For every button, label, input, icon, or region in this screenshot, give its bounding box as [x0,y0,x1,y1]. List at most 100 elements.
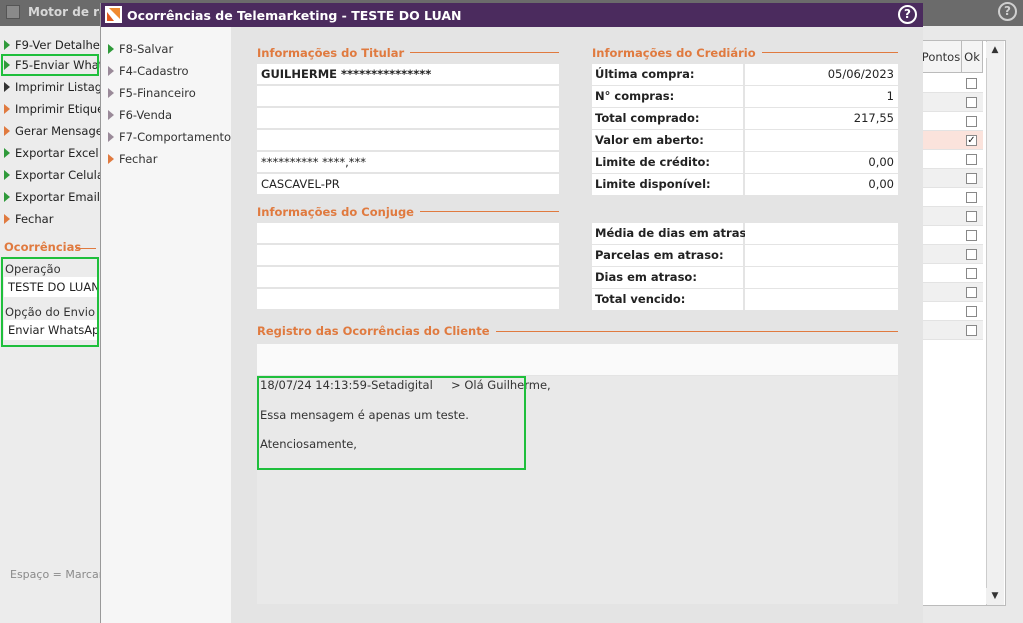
table-row[interactable] [921,74,983,93]
scroll-up-icon[interactable]: ▲ [986,42,1004,58]
table-row[interactable] [921,207,983,226]
checkbox-icon[interactable] [966,325,977,336]
checkbox-icon[interactable] [966,192,977,203]
checkbox-icon[interactable] [966,154,977,165]
table-row[interactable] [921,321,983,340]
highlight-box [1,257,99,347]
atraso-row: Dias em atraso: [592,267,898,288]
menu-item-label: Fechar [119,152,158,166]
menu-item-imprimir-listagem[interactable]: Imprimir Listage [4,78,100,96]
checkbox-icon[interactable] [966,97,977,108]
table-row[interactable] [921,188,983,207]
atraso-label: Parcelas em atraso: [592,245,743,266]
dialog-main: Informações do Titular GUILHERME *******… [231,27,923,623]
titular-endereco-field[interactable]: ********** ****,*** [257,152,559,173]
atraso-row: Total vencido: [592,289,898,310]
checkbox-checked-icon[interactable]: ✓ [966,135,977,146]
checkbox-icon[interactable] [966,173,977,184]
crediario-row: Total comprado: 217,55 [592,108,898,129]
table-row[interactable] [921,226,983,245]
conjuge-field[interactable] [257,223,559,244]
triangle-icon [4,40,10,50]
table-row[interactable] [921,302,983,321]
atraso-label: Média de dias em atraso: [592,223,759,244]
triangle-icon [4,126,10,136]
menu-item-exportar-email[interactable]: Exportar Email [4,188,100,206]
triangle-icon [108,110,114,120]
column-header-pontos[interactable]: Pontos [921,41,962,73]
menu-item-financeiro[interactable]: F5-Financeiro [108,84,196,102]
checkbox-icon[interactable] [966,249,977,260]
atraso-value [745,267,898,288]
crediario-row: Limite disponível: 0,00 [592,174,898,195]
atraso-value [745,223,898,244]
triangle-icon [4,82,10,92]
section-ocorrencias: Ocorrências [4,240,82,254]
checkbox-icon[interactable] [966,78,977,89]
table-row[interactable] [921,264,983,283]
menu-item-imprimir-etiqueta[interactable]: Imprimir Etique [4,100,100,118]
table-row[interactable] [921,150,983,169]
conjuge-field[interactable] [257,289,559,310]
table-row[interactable]: ✓ [921,131,983,150]
checkbox-icon[interactable] [966,306,977,317]
menu-item-label: Exportar Excel [15,146,99,160]
triangle-icon [108,44,114,54]
table-row[interactable] [921,112,983,131]
table-row[interactable] [921,93,983,112]
background-sidebar: F9-Ver Detalhes F5-Enviar Whats Imprimir… [0,26,100,623]
menu-item-label: F6-Venda [119,108,173,122]
highlight-box [1,54,99,76]
dialog-side-menu: F8-Salvar F4-Cadastro F5-Financeiro F6-V… [101,27,231,623]
menu-item-exportar-excel[interactable]: Exportar Excel [4,144,99,162]
menu-item-exportar-celular[interactable]: Exportar Celular [4,166,100,184]
conjuge-field[interactable] [257,245,559,266]
checkbox-icon[interactable] [966,287,977,298]
menu-item-comportamento[interactable]: F7-Comportamento [108,128,231,146]
titular-field[interactable] [257,86,559,107]
triangle-icon [4,104,10,114]
checkbox-icon[interactable] [966,268,977,279]
menu-item-salvar[interactable]: F8-Salvar [108,40,173,58]
crediario-heading: Informações do Crediário [592,46,762,60]
triangle-icon [108,66,114,76]
conjuge-field[interactable] [257,267,559,288]
highlight-box [257,376,526,470]
atraso-value [745,289,898,310]
titular-nome-field[interactable]: GUILHERME *************** [257,64,559,85]
titular-field[interactable] [257,130,559,151]
checkbox-icon[interactable] [966,230,977,241]
table-row[interactable] [921,169,983,188]
app-icon [6,5,20,19]
dialog-titlebar: Ocorrências de Telemarketing - TESTE DO … [101,3,923,27]
atraso-value [745,245,898,266]
titular-field[interactable] [257,108,559,129]
vertical-scrollbar[interactable] [986,41,1004,605]
atraso-label: Dias em atraso: [592,267,743,288]
menu-item-label: Imprimir Etique [15,102,100,116]
ocorrencia-input[interactable] [257,344,898,375]
checkbox-icon[interactable] [966,116,977,127]
checkbox-icon[interactable] [966,211,977,222]
crediario-label: N° compras: [592,86,743,107]
crediario-row: Valor em aberto: [592,130,898,151]
conjuge-heading: Informações do Conjuge [257,205,420,219]
menu-item-fechar[interactable]: Fechar [4,210,53,228]
column-header-ok[interactable]: Ok [962,41,983,73]
menu-item-label: Gerar Mensager [15,124,100,138]
scroll-down-icon[interactable]: ▼ [986,588,1004,604]
table-row[interactable] [921,283,983,302]
titular-heading: Informações do Titular [257,46,411,60]
crediario-value: 1 [745,86,898,107]
table-row[interactable] [921,245,983,264]
triangle-icon [108,154,114,164]
menu-item-ver-detalhes[interactable]: F9-Ver Detalhes [4,36,100,54]
menu-item-fechar[interactable]: Fechar [108,150,157,168]
menu-item-venda[interactable]: F6-Venda [108,106,172,124]
menu-item-gerar-mensagem[interactable]: Gerar Mensager [4,122,100,140]
titular-cidade-field[interactable]: CASCAVEL-PR [257,174,559,195]
help-icon[interactable]: ? [898,5,917,24]
menu-item-cadastro[interactable]: F4-Cadastro [108,62,189,80]
crediario-label: Total comprado: [592,108,743,129]
help-icon[interactable]: ? [998,2,1017,21]
